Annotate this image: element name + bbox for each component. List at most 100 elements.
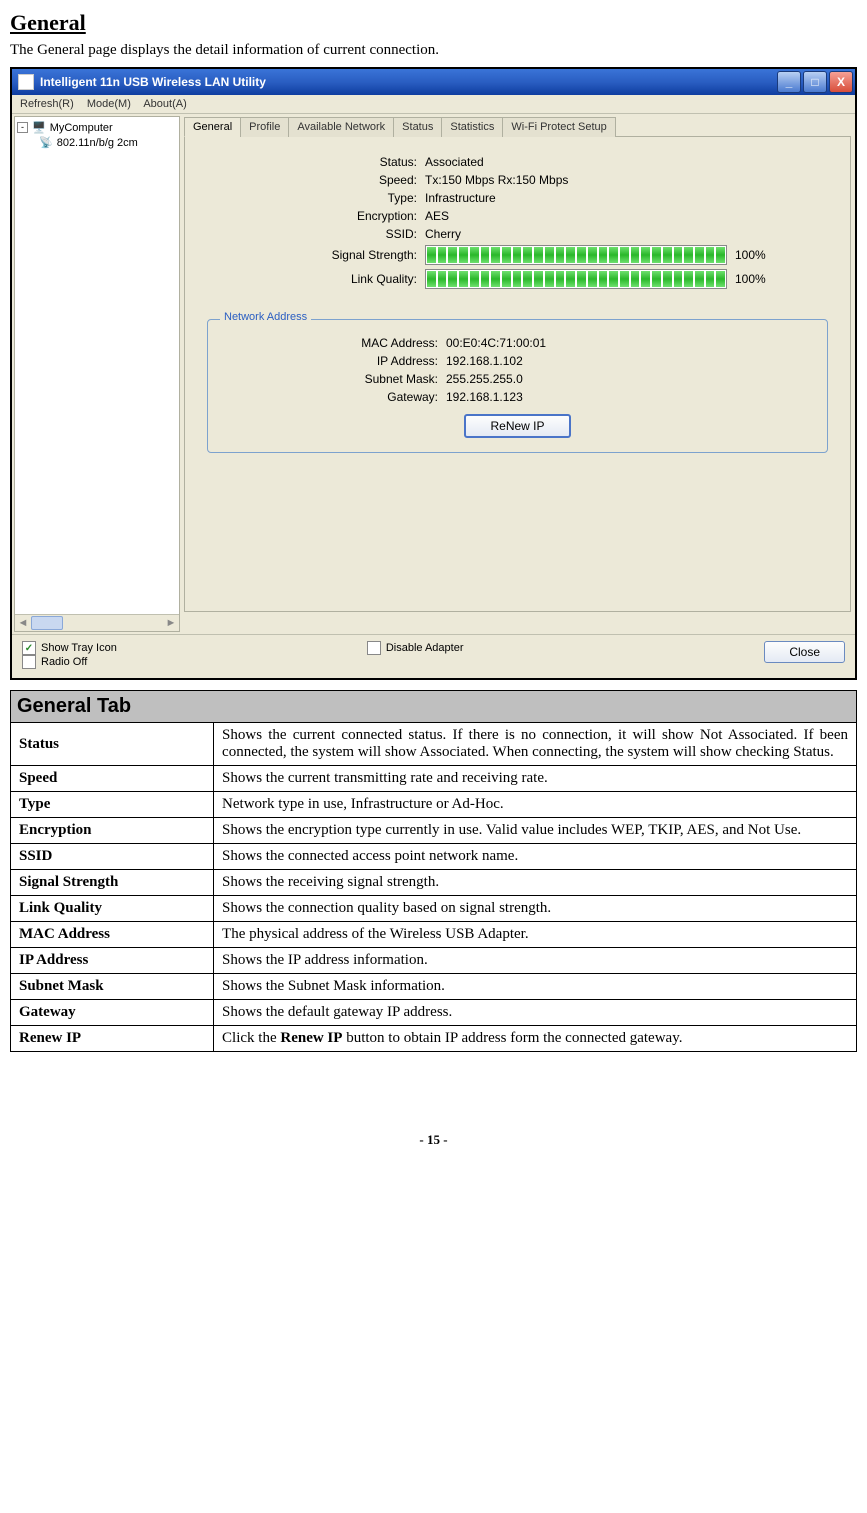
table-row: IP AddressShows the IP address informati…: [11, 948, 857, 974]
status-value: Associated: [425, 155, 838, 169]
row-desc: Shows the default gateway IP address.: [214, 1000, 857, 1026]
tree-scrollbar[interactable]: ◄ ►: [15, 614, 179, 631]
table-row: Signal StrengthShows the receiving signa…: [11, 870, 857, 896]
row-label: IP Address: [11, 948, 214, 974]
scroll-thumb[interactable]: [31, 616, 63, 630]
app-icon: [18, 74, 34, 90]
close-window-button[interactable]: X: [829, 71, 853, 93]
general-tab-table: General Tab StatusShows the current conn…: [10, 690, 857, 1052]
network-address-legend: Network Address: [220, 311, 311, 323]
row-label: Renew IP: [11, 1026, 214, 1052]
menu-about[interactable]: About(A): [143, 98, 186, 110]
close-button[interactable]: Close: [764, 641, 845, 663]
link-quality-pct: 100%: [735, 272, 766, 286]
scroll-right-icon[interactable]: ►: [163, 617, 179, 629]
show-tray-label: Show Tray Icon: [41, 642, 117, 654]
intro-text: The General page displays the detail inf…: [10, 42, 857, 59]
tab-strip: General Profile Available Network Status…: [184, 116, 851, 137]
row-label: MAC Address: [11, 922, 214, 948]
row-desc: Shows the receiving signal strength.: [214, 870, 857, 896]
signal-strength-label: Signal Strength:: [197, 248, 425, 262]
status-label: Status:: [197, 155, 425, 169]
ip-label: IP Address:: [218, 354, 446, 368]
type-label: Type:: [197, 191, 425, 205]
checkbox-empty-icon: [22, 655, 36, 669]
renew-ip-button[interactable]: ReNew IP: [464, 414, 570, 438]
network-address-group: Network Address MAC Address:00:E0:4C:71:…: [207, 319, 828, 453]
row-label: Encryption: [11, 818, 214, 844]
ssid-value: Cherry: [425, 227, 838, 241]
row-label: Type: [11, 792, 214, 818]
subnet-value: 255.255.255.0: [446, 372, 817, 386]
row-desc: Shows the current connected status. If t…: [214, 723, 857, 766]
adapter-icon: 📡: [39, 136, 53, 149]
table-row: SpeedShows the current transmitting rate…: [11, 766, 857, 792]
window-title: Intelligent 11n USB Wireless LAN Utility: [40, 75, 775, 89]
row-label: Signal Strength: [11, 870, 214, 896]
tab-available-network[interactable]: Available Network: [288, 117, 394, 137]
row-desc: Shows the encryption type currently in u…: [214, 818, 857, 844]
ssid-label: SSID:: [197, 227, 425, 241]
table-header: General Tab: [11, 691, 857, 723]
link-quality-label: Link Quality:: [197, 272, 425, 286]
row-desc: Shows the current transmitting rate and …: [214, 766, 857, 792]
tab-general[interactable]: General: [184, 117, 241, 137]
row-label: Subnet Mask: [11, 974, 214, 1000]
table-row: MAC AddressThe physical address of the W…: [11, 922, 857, 948]
checkbox-checked-icon: ✓: [22, 641, 36, 655]
table-row: SSIDShows the connected access point net…: [11, 844, 857, 870]
signal-strength-pct: 100%: [735, 248, 766, 262]
row-desc: Shows the connected access point network…: [214, 844, 857, 870]
radio-off-label: Radio Off: [41, 656, 87, 668]
table-row: Link QualityShows the connection quality…: [11, 896, 857, 922]
section-heading: General: [10, 10, 857, 36]
table-row: GatewayShows the default gateway IP addr…: [11, 1000, 857, 1026]
tab-wps[interactable]: Wi-Fi Protect Setup: [502, 117, 615, 137]
speed-value: Tx:150 Mbps Rx:150 Mbps: [425, 173, 838, 187]
table-row: Subnet MaskShows the Subnet Mask informa…: [11, 974, 857, 1000]
subnet-label: Subnet Mask:: [218, 372, 446, 386]
tab-status[interactable]: Status: [393, 117, 442, 137]
row-desc: Shows the Subnet Mask information.: [214, 974, 857, 1000]
row-desc: Shows the connection quality based on si…: [214, 896, 857, 922]
menu-refresh[interactable]: Refresh(R): [20, 98, 74, 110]
collapse-icon[interactable]: -: [17, 122, 28, 133]
table-row: TypeNetwork type in use, Infrastructure …: [11, 792, 857, 818]
encryption-value: AES: [425, 209, 838, 223]
radio-off-checkbox[interactable]: Radio Off: [22, 655, 87, 669]
checkbox-empty-icon: [367, 641, 381, 655]
row-desc: Network type in use, Infrastructure or A…: [214, 792, 857, 818]
computer-icon: 🖥️: [32, 121, 46, 134]
maximize-button[interactable]: □: [803, 71, 827, 93]
scroll-left-icon[interactable]: ◄: [15, 617, 31, 629]
device-tree[interactable]: - 🖥️ MyComputer 📡 802.11n/b/g 2cm ◄ ►: [14, 116, 180, 632]
gateway-value: 192.168.1.123: [446, 390, 817, 404]
table-row: StatusShows the current connected status…: [11, 723, 857, 766]
type-value: Infrastructure: [425, 191, 838, 205]
tab-profile[interactable]: Profile: [240, 117, 289, 137]
tree-root-label[interactable]: MyComputer: [50, 122, 113, 134]
show-tray-checkbox[interactable]: ✓ Show Tray Icon: [22, 641, 117, 655]
row-label: Speed: [11, 766, 214, 792]
ip-value: 192.168.1.102: [446, 354, 817, 368]
row-desc: The physical address of the Wireless USB…: [214, 922, 857, 948]
row-desc: Click the Renew IP button to obtain IP a…: [214, 1026, 857, 1052]
table-row: EncryptionShows the encryption type curr…: [11, 818, 857, 844]
disable-adapter-checkbox[interactable]: Disable Adapter: [367, 641, 464, 655]
titlebar: Intelligent 11n USB Wireless LAN Utility…: [12, 69, 855, 95]
mac-value: 00:E0:4C:71:00:01: [446, 336, 817, 350]
menubar: Refresh(R) Mode(M) About(A): [12, 95, 855, 114]
minimize-button[interactable]: _: [777, 71, 801, 93]
tree-adapter-label[interactable]: 802.11n/b/g 2cm: [57, 137, 138, 149]
encryption-label: Encryption:: [197, 209, 425, 223]
mac-label: MAC Address:: [218, 336, 446, 350]
app-window: Intelligent 11n USB Wireless LAN Utility…: [10, 67, 857, 680]
tab-statistics[interactable]: Statistics: [441, 117, 503, 137]
row-label: Gateway: [11, 1000, 214, 1026]
signal-strength-bar: [425, 245, 727, 265]
menu-mode[interactable]: Mode(M): [87, 98, 131, 110]
row-label: Status: [11, 723, 214, 766]
gateway-label: Gateway:: [218, 390, 446, 404]
table-row: Renew IPClick the Renew IP button to obt…: [11, 1026, 857, 1052]
bottom-bar: ✓ Show Tray Icon Radio Off Disable Adapte…: [12, 634, 855, 678]
